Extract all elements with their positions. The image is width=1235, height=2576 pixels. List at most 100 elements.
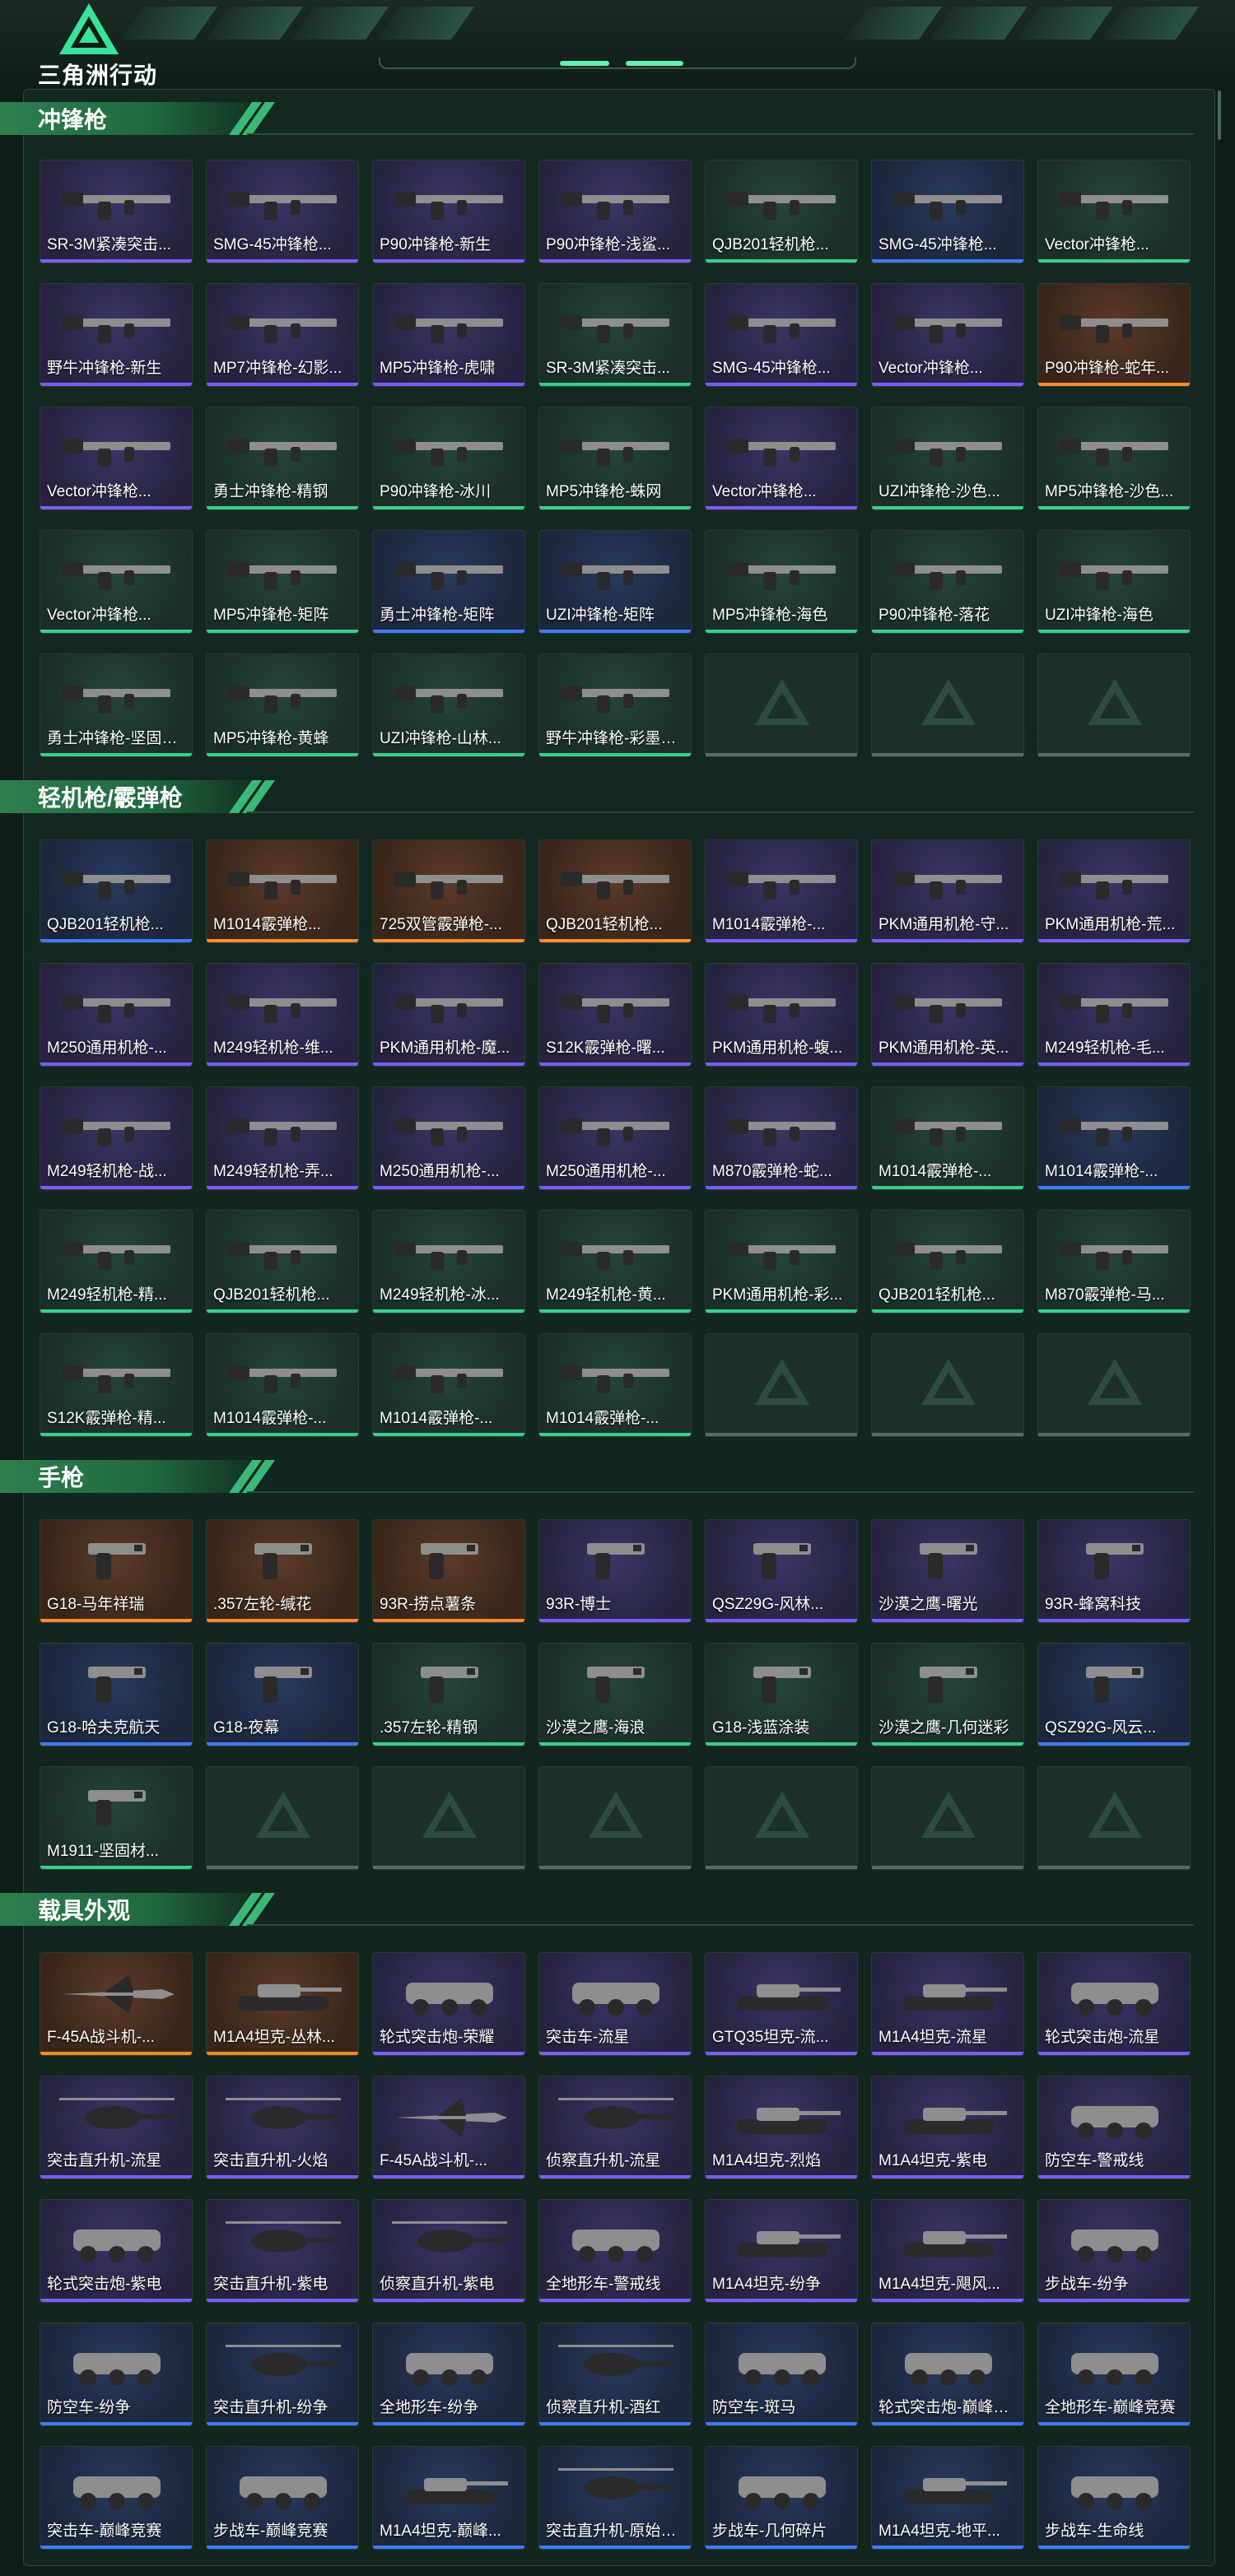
item-card[interactable]: PKM通用机枪-蝮... [705,963,858,1067]
item-card[interactable]: PKM通用机枪-彩... [705,1210,858,1314]
item-card[interactable]: 侦察直升机-紫电 [372,2199,525,2303]
item-card[interactable]: 步战车-纷争 [1037,2199,1191,2303]
item-card[interactable]: 沙漠之鹰-几何迷彩 [871,1643,1024,1746]
item-card[interactable]: 突击直升机-流星 [40,2076,193,2179]
item-card[interactable]: M1014霰弹枪-... [705,839,858,943]
item-card[interactable]: PKM通用机枪-魔... [372,963,525,1067]
item-card[interactable]: G18-马年祥瑞 [40,1519,193,1623]
item-card[interactable]: 防空车-斑马 [705,2323,858,2426]
item-card[interactable]: PKM通用机枪-守... [871,839,1024,943]
item-card[interactable]: P90冲锋枪-浅鲨... [538,160,692,263]
item-card[interactable]: 沙漠之鹰-曙光 [871,1519,1024,1623]
item-card[interactable]: M1A4坦克-紫电 [871,2076,1024,2179]
item-card[interactable]: QJB201轻机枪... [871,1210,1024,1314]
item-card[interactable]: Vector冲锋枪... [871,283,1024,387]
item-card[interactable]: Vector冲锋枪... [705,407,858,510]
item-card[interactable]: QJB201轻机枪... [40,839,193,943]
item-card[interactable]: 步战车-几何碎片 [705,2446,858,2550]
item-card[interactable]: 全地形车-巅峰竞赛 [1037,2323,1191,2426]
item-card[interactable]: MP5冲锋枪-虎啸 [372,283,525,387]
item-card[interactable]: UZI冲锋枪-沙色... [871,407,1024,510]
item-card[interactable]: M1A4坦克-流星 [871,1952,1024,2056]
item-card[interactable]: M1A4坦克-巅峰... [372,2446,525,2550]
item-card[interactable]: F-45A战斗机-... [372,2076,525,2179]
item-card[interactable]: 沙漠之鹰-海浪 [538,1643,692,1746]
item-card[interactable]: 突击车-流星 [538,1952,692,2056]
item-card[interactable]: M1A4坦克-纷争 [705,2199,858,2303]
item-card[interactable]: M249轻机枪-战... [40,1086,193,1190]
item-card[interactable]: PKM通用机枪-英... [871,963,1024,1067]
item-card[interactable]: 突击直升机-火焰 [206,2076,359,2179]
item-card[interactable]: 步战车-生命线 [1037,2446,1191,2550]
item-card[interactable]: 全地形车-纷争 [372,2323,525,2426]
item-card[interactable]: M1014霰弹枪-... [871,1086,1024,1190]
item-card[interactable]: 突击车-巅峰竞赛 [40,2446,193,2550]
item-card[interactable]: 轮式突击炮-流星 [1037,1952,1191,2056]
item-card[interactable]: 93R-博士 [538,1519,692,1623]
item-card[interactable]: M249轻机枪-毛... [1037,963,1191,1067]
item-card[interactable]: M249轻机枪-冰... [372,1210,525,1314]
item-card[interactable]: M249轻机枪-维... [206,963,359,1067]
item-card[interactable]: 步战车-巅峰竞赛 [206,2446,359,2550]
item-card[interactable]: 全地形车-警戒线 [538,2199,692,2303]
item-card[interactable]: Vector冲锋枪... [40,530,193,634]
item-card[interactable]: M1014霰弹枪-... [1037,1086,1191,1190]
item-card[interactable]: M1014霰弹枪-... [206,1333,359,1437]
item-card[interactable]: .357左轮-缄花 [206,1519,359,1623]
item-card[interactable]: QJB201轻机枪... [538,839,692,943]
item-card[interactable]: 93R-捞点薯条 [372,1519,525,1623]
scrollbar[interactable] [1218,91,1221,140]
item-card[interactable]: MP7冲锋枪-幻影... [206,283,359,387]
item-card[interactable]: 防空车-纷争 [40,2323,193,2426]
item-card[interactable]: M1A4坦克-地平... [871,2446,1024,2550]
item-card[interactable]: MP5冲锋枪-黄蜂 [206,653,359,757]
item-card[interactable]: Vector冲锋枪... [1037,160,1191,263]
item-card[interactable]: M250通用机枪-... [40,963,193,1067]
item-card[interactable]: .357左轮-精钢 [372,1643,525,1746]
item-card[interactable]: 轮式突击炮-荣耀 [372,1952,525,2056]
item-card[interactable]: M1A4坦克-丛林... [206,1952,359,2056]
item-card[interactable]: M1014霰弹枪-... [538,1333,692,1437]
item-card[interactable]: Vector冲锋枪... [40,407,193,510]
item-card[interactable]: G18-夜幕 [206,1643,359,1746]
item-card[interactable]: SMG-45冲锋枪... [206,160,359,263]
item-card[interactable]: MP5冲锋枪-海色 [705,530,858,634]
item-card[interactable]: MP5冲锋枪-矩阵 [206,530,359,634]
item-card[interactable]: P90冲锋枪-冰川 [372,407,525,510]
item-card[interactable]: S12K霰弹枪-曙... [538,963,692,1067]
item-card[interactable]: UZI冲锋枪-矩阵 [538,530,692,634]
item-card[interactable]: MP5冲锋枪-蛛网 [538,407,692,510]
item-card[interactable]: PKM通用机枪-荒... [1037,839,1191,943]
item-card[interactable]: SR-3M紧凑突击... [40,160,193,263]
item-card[interactable]: G18-浅蓝涂装 [705,1643,858,1746]
item-card[interactable]: MP5冲锋枪-沙色... [1037,407,1191,510]
item-card[interactable]: UZI冲锋枪-海色 [1037,530,1191,634]
item-card[interactable]: SMG-45冲锋枪... [871,160,1024,263]
item-card[interactable]: M1A4坦克-烈焰 [705,2076,858,2179]
item-card[interactable]: M250通用机枪-... [538,1086,692,1190]
item-card[interactable]: UZI冲锋枪-山林... [372,653,525,757]
item-card[interactable]: M250通用机枪-... [372,1086,525,1190]
item-card[interactable]: QSZ29G-风林... [705,1519,858,1623]
item-card[interactable]: P90冲锋枪-落花 [871,530,1024,634]
item-card[interactable]: 侦察直升机-酒红 [538,2323,692,2426]
item-card[interactable]: 勇士冲锋枪-矩阵 [372,530,525,634]
item-card[interactable]: F-45A战斗机-... [40,1952,193,2056]
item-card[interactable]: M1911-坚固材... [40,1766,193,1870]
item-card[interactable]: GTQ35坦克-流... [705,1952,858,2056]
item-card[interactable]: 防空车-警戒线 [1037,2076,1191,2179]
item-card[interactable]: SR-3M紧凑突击... [538,283,692,387]
item-card[interactable]: M249轻机枪-精... [40,1210,193,1314]
item-card[interactable]: 野牛冲锋枪-新生 [40,283,193,387]
item-card[interactable]: 突击直升机-紫电 [206,2199,359,2303]
item-card[interactable]: 725双管霰弹枪-... [372,839,525,943]
item-card[interactable]: 93R-蜂窝科技 [1037,1519,1191,1623]
item-card[interactable]: G18-哈夫克航天 [40,1643,193,1746]
item-card[interactable]: M249轻机枪-黄... [538,1210,692,1314]
item-card[interactable]: QJB201轻机枪... [206,1210,359,1314]
item-card[interactable]: 轮式突击炮-紫电 [40,2199,193,2303]
item-card[interactable]: 突击直升机-纷争 [206,2323,359,2426]
item-card[interactable]: SMG-45冲锋枪... [705,283,858,387]
item-card[interactable]: S12K霰弹枪-精... [40,1333,193,1437]
item-card[interactable]: M870霰弹枪-蛇... [705,1086,858,1190]
